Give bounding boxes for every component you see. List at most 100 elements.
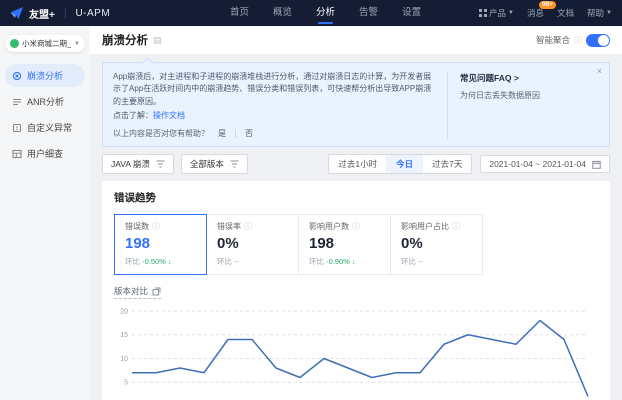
section-title: 错误趋势 <box>114 190 598 205</box>
calendar-icon <box>592 160 601 169</box>
custom-exception-icon <box>12 123 22 133</box>
banner-left: App崩溃后，对主进程和子进程的崩溃堆栈进行分析，通过对崩溃日志的计算，为开发者… <box>113 71 447 139</box>
guide-doc-icon[interactable]: ▤ <box>153 35 162 46</box>
error-trend-chart[interactable]: 0510152000:0001:0002:0003:0004:0005:0006… <box>114 305 598 400</box>
products-label: 产品 <box>489 7 506 19</box>
chevron-down-icon: ▼ <box>508 10 514 16</box>
messages-badge: 99+ <box>539 1 556 9</box>
compare-delta: -- <box>418 257 423 266</box>
svg-text:15: 15 <box>120 332 128 339</box>
grid-icon <box>479 9 487 17</box>
learn-more-prefix: 点击了解： <box>113 111 153 120</box>
main-nav: 首页 概览 分析 告警 设置 <box>230 0 421 26</box>
sidebar-item-crash-analysis[interactable]: 崩溃分析 <box>5 64 85 87</box>
stat-label: 影响用户占比 <box>401 221 449 232</box>
date-range-picker[interactable]: 2021-01-04 ~ 2021-01-04 <box>480 155 610 173</box>
crash-icon <box>12 71 22 81</box>
compare-label: 环比 <box>309 257 324 266</box>
version-compare-label: 版本对比 <box>114 285 148 297</box>
help-label: 帮助 <box>587 7 604 19</box>
app-selector-value: 小米商城二期_Andr... <box>22 38 71 49</box>
stat-value: 198 <box>125 235 196 252</box>
error-trend-card: 错误趋势 错误数ⓘ 198 环比 -0.50% ↓ 错误率ⓘ 0% 环比 -- … <box>102 181 610 400</box>
compare-label: 环比 <box>401 257 416 266</box>
docs-link[interactable]: 操作文档 <box>153 111 185 120</box>
navbar-right: 产品 ▼ 消息 99+ 文档 帮助 ▼ <box>479 7 612 19</box>
nav-item-alert[interactable]: 告警 <box>359 0 378 26</box>
external-window-icon <box>152 287 161 296</box>
nav-item-analysis[interactable]: 分析 <box>316 0 335 26</box>
sidebar-item-user-inspect[interactable]: 用户细查 <box>5 142 85 165</box>
faq-link[interactable]: 常见问题FAQ > <box>460 72 599 84</box>
banner-description: App崩溃后，对主进程和子进程的崩溃堆栈进行分析，通过对崩溃日志的计算，为开发者… <box>113 71 435 108</box>
page-title: 崩溃分析 <box>102 32 148 48</box>
nav-item-home[interactable]: 首页 <box>230 0 249 26</box>
chevron-down-icon: ▼ <box>606 10 612 16</box>
stat-card-error-rate[interactable]: 错误率ⓘ 0% 环比 -- <box>206 214 299 275</box>
page-header: 崩溃分析 ▤ 智能聚合 ⓘ <box>90 26 622 54</box>
stat-value: 0% <box>401 235 472 252</box>
stat-label: 错误数 <box>125 221 149 232</box>
banner-more: 点击了解：操作文档 <box>113 110 435 121</box>
info-icon: ⓘ <box>352 221 360 232</box>
faq-item-link[interactable]: 为何日志丢失数据原因 <box>460 90 599 101</box>
banner-faq: 常见问题FAQ > 为何日志丢失数据原因 <box>447 71 599 139</box>
anr-list-icon <box>12 97 22 107</box>
user-inspect-icon <box>12 149 22 159</box>
crash-type-value: JAVA 崩溃 <box>111 158 150 170</box>
feedback-row: 以上内容是否对您有帮助？ 是 否 <box>113 128 435 139</box>
info-icon[interactable]: ⓘ <box>574 35 582 46</box>
smart-aggregation-label: 智能聚合 <box>536 34 570 46</box>
main-content: 崩溃分析 ▤ 智能聚合 ⓘ App崩溃后，对主进程和子进程的崩溃堆栈进行分析，通… <box>90 26 622 400</box>
sidebar-item-label: ANR分析 <box>27 95 64 108</box>
date-range-value: 2021-01-04 ~ 2021-01-04 <box>489 159 586 169</box>
messages-menu[interactable]: 消息 99+ <box>527 7 544 19</box>
nav-item-overview[interactable]: 概览 <box>273 0 292 26</box>
intro-banner: App崩溃后，对主进程和子进程的崩溃堆栈进行分析，通过对崩溃日志的计算，为开发者… <box>102 62 610 147</box>
top-navbar: 友盟+ | U-APM 首页 概览 分析 告警 设置 产品 ▼ 消息 99+ 文… <box>0 0 622 26</box>
svg-text:5: 5 <box>124 380 128 387</box>
stat-card-error-count[interactable]: 错误数ⓘ 198 环比 -0.50% ↓ <box>114 214 207 275</box>
sidebar: 小米商城二期_Andr... ▼ 崩溃分析 ANR分析 自定义异常 用户细查 <box>0 26 90 400</box>
stat-card-affected-ratio[interactable]: 影响用户占比ⓘ 0% 环比 -- <box>390 214 483 275</box>
filter-icon <box>230 160 239 168</box>
time-range-today[interactable]: 今日 <box>387 155 423 173</box>
app-selector[interactable]: 小米商城二期_Andr... ▼ <box>5 35 85 52</box>
product-name: U-APM <box>75 8 110 19</box>
sidebar-item-custom-exception[interactable]: 自定义异常 <box>5 116 85 139</box>
sidebar-item-anr-analysis[interactable]: ANR分析 <box>5 90 85 113</box>
stat-label: 错误率 <box>217 221 241 232</box>
time-range-segmented: 过去1小时 今日 过去7天 <box>328 154 472 174</box>
sidebar-item-label: 崩溃分析 <box>27 69 63 82</box>
chevron-down-icon: ▼ <box>74 41 80 47</box>
compare-label: 环比 <box>125 257 140 266</box>
smart-aggregation-toggle[interactable] <box>586 34 610 47</box>
svg-text:10: 10 <box>120 356 128 363</box>
version-value: 全部版本 <box>190 158 224 170</box>
crash-type-filter[interactable]: JAVA 崩溃 <box>102 154 174 174</box>
info-icon: ⓘ <box>452 221 460 232</box>
time-range-last-hour[interactable]: 过去1小时 <box>329 155 387 173</box>
umeng-logo-icon <box>10 6 24 20</box>
nav-item-settings[interactable]: 设置 <box>402 0 421 26</box>
info-icon: ⓘ <box>244 221 252 232</box>
toggle-knob <box>598 35 609 46</box>
version-filter[interactable]: 全部版本 <box>181 154 248 174</box>
stat-cards: 错误数ⓘ 198 环比 -0.50% ↓ 错误率ⓘ 0% 环比 -- 影响用户数… <box>114 214 598 275</box>
logo-text: 友盟+ <box>29 6 55 21</box>
filter-icon <box>156 160 165 168</box>
time-range-7days[interactable]: 过去7天 <box>423 155 471 173</box>
stat-card-affected-users[interactable]: 影响用户数ⓘ 198 环比 -0.90% ↓ <box>298 214 391 275</box>
products-menu[interactable]: 产品 ▼ <box>479 7 514 19</box>
compare-label: 环比 <box>217 257 232 266</box>
close-icon[interactable]: × <box>597 67 602 76</box>
stat-value: 198 <box>309 235 380 252</box>
brand[interactable]: 友盟+ | U-APM <box>10 6 110 21</box>
stat-label: 影响用户数 <box>309 221 349 232</box>
version-compare-link[interactable]: 版本对比 <box>114 285 161 299</box>
docs-menu[interactable]: 文档 <box>557 7 574 19</box>
line-chart: 0510152000:0001:0002:0003:0004:0005:0006… <box>114 305 598 400</box>
feedback-no-button[interactable]: 否 <box>236 128 262 139</box>
feedback-yes-button[interactable]: 是 <box>209 128 235 139</box>
help-menu[interactable]: 帮助 ▼ <box>587 7 612 19</box>
